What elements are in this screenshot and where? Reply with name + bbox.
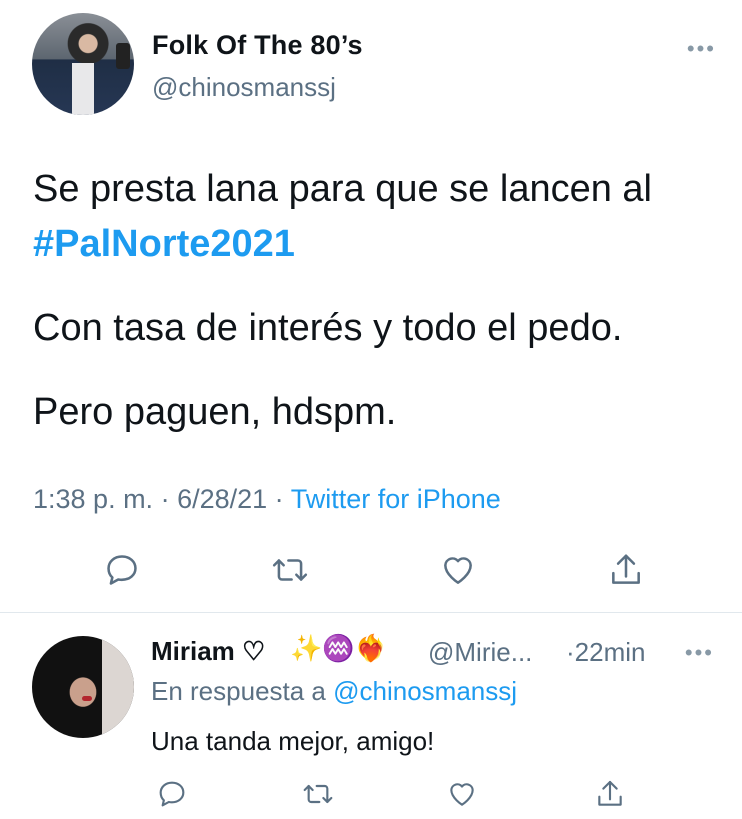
reply-author-avatar[interactable]: [32, 636, 134, 738]
author-display-name[interactable]: Folk Of The 80’s: [152, 30, 363, 61]
reply-icon: [159, 781, 185, 807]
reply-author-name-emojis: ✨♒❤️‍🔥: [290, 633, 388, 663]
tweet-text-line: Con tasa de interés y todo el pedo.: [33, 307, 623, 349]
tweet-metadata: 1:38 p. m. · 6/28/21 · Twitter for iPhon…: [33, 484, 501, 515]
share-button[interactable]: [588, 772, 632, 816]
heart-icon: [450, 783, 474, 806]
share-icon: [598, 780, 622, 806]
reply-button[interactable]: [100, 548, 144, 592]
tweet-source-link[interactable]: Twitter for iPhone: [291, 484, 501, 514]
replying-to-prefix: En respuesta a: [151, 676, 334, 706]
reply-icon: [107, 555, 137, 585]
tweet-text-line: Se presta lana para que se lancen al: [33, 168, 652, 210]
reply-author-handle[interactable]: @Mirie...: [428, 637, 532, 668]
replying-to-label: En respuesta a @chinosmanssj: [151, 676, 517, 707]
retweet-button[interactable]: [296, 772, 340, 816]
reply-author-display-name[interactable]: Miriam ♡: [151, 636, 265, 667]
more-horizontal-icon[interactable]: •••: [685, 640, 714, 666]
author-handle[interactable]: @chinosmanssj: [152, 72, 336, 103]
share-icon: [612, 554, 640, 584]
mention-link[interactable]: @chinosmanssj: [333, 676, 517, 706]
tweet-action-bar: [0, 548, 742, 594]
separator: ·: [267, 484, 291, 514]
retweet-icon: [303, 784, 333, 804]
tweet-time: 1:38 p. m.: [33, 484, 154, 514]
heart-icon: [444, 557, 472, 584]
reply-text: Una tanda mejor, amigo!: [151, 726, 435, 756]
like-button[interactable]: [440, 772, 484, 816]
hashtag-link[interactable]: #PalNorte2021: [33, 218, 295, 271]
more-horizontal-icon[interactable]: •••: [687, 36, 716, 62]
divider: [0, 612, 742, 613]
reply-button[interactable]: [150, 772, 194, 816]
tweet-text-line: Pero paguen, hdspm.: [33, 391, 397, 433]
share-button[interactable]: [604, 548, 648, 592]
separator: ·: [153, 484, 178, 514]
author-avatar[interactable]: [32, 13, 134, 115]
reply-timestamp: ·22min: [566, 637, 646, 667]
retweet-icon: [272, 559, 308, 581]
tweet-date: 6/28/21: [177, 484, 268, 514]
like-button[interactable]: [436, 548, 480, 592]
reply-action-bar: [0, 772, 742, 812]
retweet-button[interactable]: [268, 548, 312, 592]
